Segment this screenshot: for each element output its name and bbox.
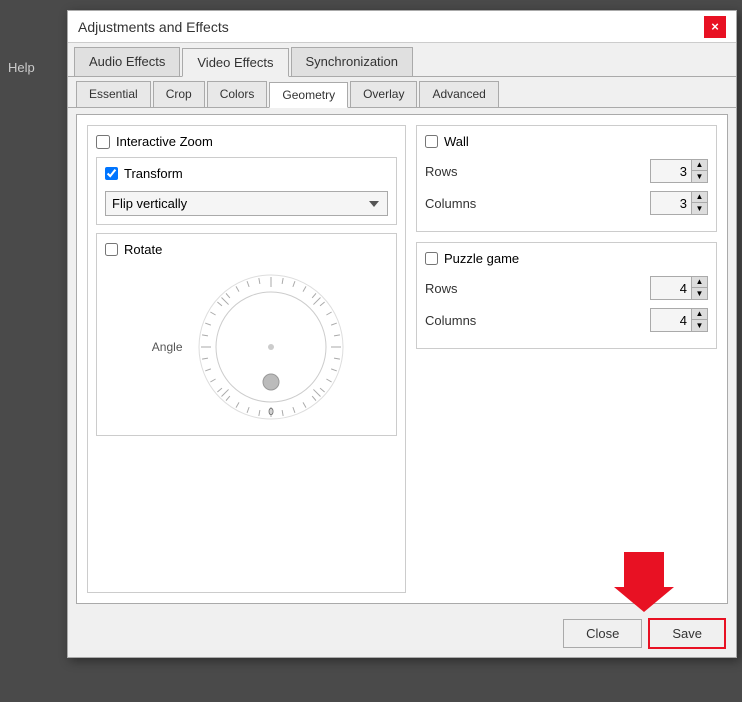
tab-colors[interactable]: Colors [207, 81, 268, 107]
save-button[interactable]: Save [648, 618, 726, 649]
dialog: Adjustments and Effects × Audio Effects … [67, 10, 737, 658]
footer: Close Save [68, 610, 736, 657]
dialog-close-button[interactable]: × [704, 16, 726, 38]
puzzle-header: Puzzle game [425, 251, 708, 266]
rotate-checkbox[interactable] [105, 243, 118, 256]
puzzle-columns-spinner[interactable]: ▲ ▼ [650, 308, 708, 332]
puzzle-rows-increment[interactable]: ▲ [691, 277, 707, 288]
transform-group: Transform Flip vertically Flip horizonta… [96, 157, 397, 225]
puzzle-rows-spinner-buttons: ▲ ▼ [691, 277, 707, 299]
angle-label: Angle [143, 340, 183, 354]
wall-columns-decrement[interactable]: ▼ [691, 203, 707, 214]
tab-crop[interactable]: Crop [153, 81, 205, 107]
sub-tabs: Essential Crop Colors Geometry Overlay A… [68, 77, 736, 108]
puzzle-columns-spinner-buttons: ▲ ▼ [691, 309, 707, 331]
dial[interactable]: 0 [191, 267, 351, 427]
wall-rows-spinner-buttons: ▲ ▼ [691, 160, 707, 182]
main-tabs: Audio Effects Video Effects Synchronizat… [68, 43, 736, 77]
wall-rows-row: Rows ▲ ▼ [425, 159, 708, 183]
interactive-zoom-checkbox[interactable] [96, 135, 110, 149]
puzzle-columns-increment[interactable]: ▲ [691, 309, 707, 320]
dialog-title: Adjustments and Effects [78, 19, 229, 35]
interactive-zoom-row: Interactive Zoom [96, 134, 397, 149]
transform-checkbox[interactable] [105, 167, 118, 180]
puzzle-columns-row: Columns ▲ ▼ [425, 308, 708, 332]
svg-text:0: 0 [268, 407, 274, 418]
tab-synchronization[interactable]: Synchronization [291, 47, 414, 76]
puzzle-rows-row: Rows ▲ ▼ [425, 276, 708, 300]
puzzle-columns-label: Columns [425, 313, 476, 328]
wall-checkbox[interactable] [425, 135, 438, 148]
tab-essential[interactable]: Essential [76, 81, 151, 107]
rotate-label: Rotate [124, 242, 162, 257]
content-area: Interactive Zoom Transform Flip vertical… [76, 114, 728, 604]
wall-rows-decrement[interactable]: ▼ [691, 171, 707, 182]
wall-label: Wall [444, 134, 469, 149]
close-button[interactable]: Close [563, 619, 642, 648]
left-panel: Interactive Zoom Transform Flip vertical… [87, 125, 406, 593]
transform-label: Transform [124, 166, 183, 181]
wall-rows-increment[interactable]: ▲ [691, 160, 707, 171]
wall-header: Wall [425, 134, 708, 149]
wall-columns-spinner-buttons: ▲ ▼ [691, 192, 707, 214]
wall-columns-increment[interactable]: ▲ [691, 192, 707, 203]
puzzle-rows-label: Rows [425, 281, 458, 296]
wall-columns-input[interactable] [651, 194, 691, 213]
dial-container: Angle [105, 267, 388, 427]
wall-columns-row: Columns ▲ ▼ [425, 191, 708, 215]
wall-rows-spinner[interactable]: ▲ ▼ [650, 159, 708, 183]
tab-video-effects[interactable]: Video Effects [182, 48, 288, 77]
wall-columns-label: Columns [425, 196, 476, 211]
wall-rows-label: Rows [425, 164, 458, 179]
wall-rows-input[interactable] [651, 162, 691, 181]
wall-columns-spinner[interactable]: ▲ ▼ [650, 191, 708, 215]
red-arrow-annotation [614, 552, 674, 615]
tab-advanced[interactable]: Advanced [419, 81, 498, 107]
tab-geometry[interactable]: Geometry [269, 82, 348, 108]
puzzle-columns-input[interactable] [651, 311, 691, 330]
right-panel: Wall Rows ▲ ▼ Columns [416, 125, 717, 593]
transform-label-row: Transform [105, 166, 388, 181]
tab-audio-effects[interactable]: Audio Effects [74, 47, 180, 76]
puzzle-columns-decrement[interactable]: ▼ [691, 320, 707, 331]
wall-section: Wall Rows ▲ ▼ Columns [416, 125, 717, 232]
puzzle-rows-input[interactable] [651, 279, 691, 298]
rotate-label-row: Rotate [105, 242, 388, 257]
tab-overlay[interactable]: Overlay [350, 81, 417, 107]
puzzle-rows-decrement[interactable]: ▼ [691, 288, 707, 299]
puzzle-checkbox[interactable] [425, 252, 438, 265]
puzzle-label: Puzzle game [444, 251, 519, 266]
help-label: Help [0, 50, 43, 85]
puzzle-section: Puzzle game Rows ▲ ▼ Columns [416, 242, 717, 349]
rotate-group: Rotate Angle [96, 233, 397, 436]
dialog-titlebar: Adjustments and Effects × [68, 11, 736, 43]
flip-select[interactable]: Flip vertically Flip horizontally None [105, 191, 388, 216]
puzzle-rows-spinner[interactable]: ▲ ▼ [650, 276, 708, 300]
interactive-zoom-label: Interactive Zoom [116, 134, 213, 149]
